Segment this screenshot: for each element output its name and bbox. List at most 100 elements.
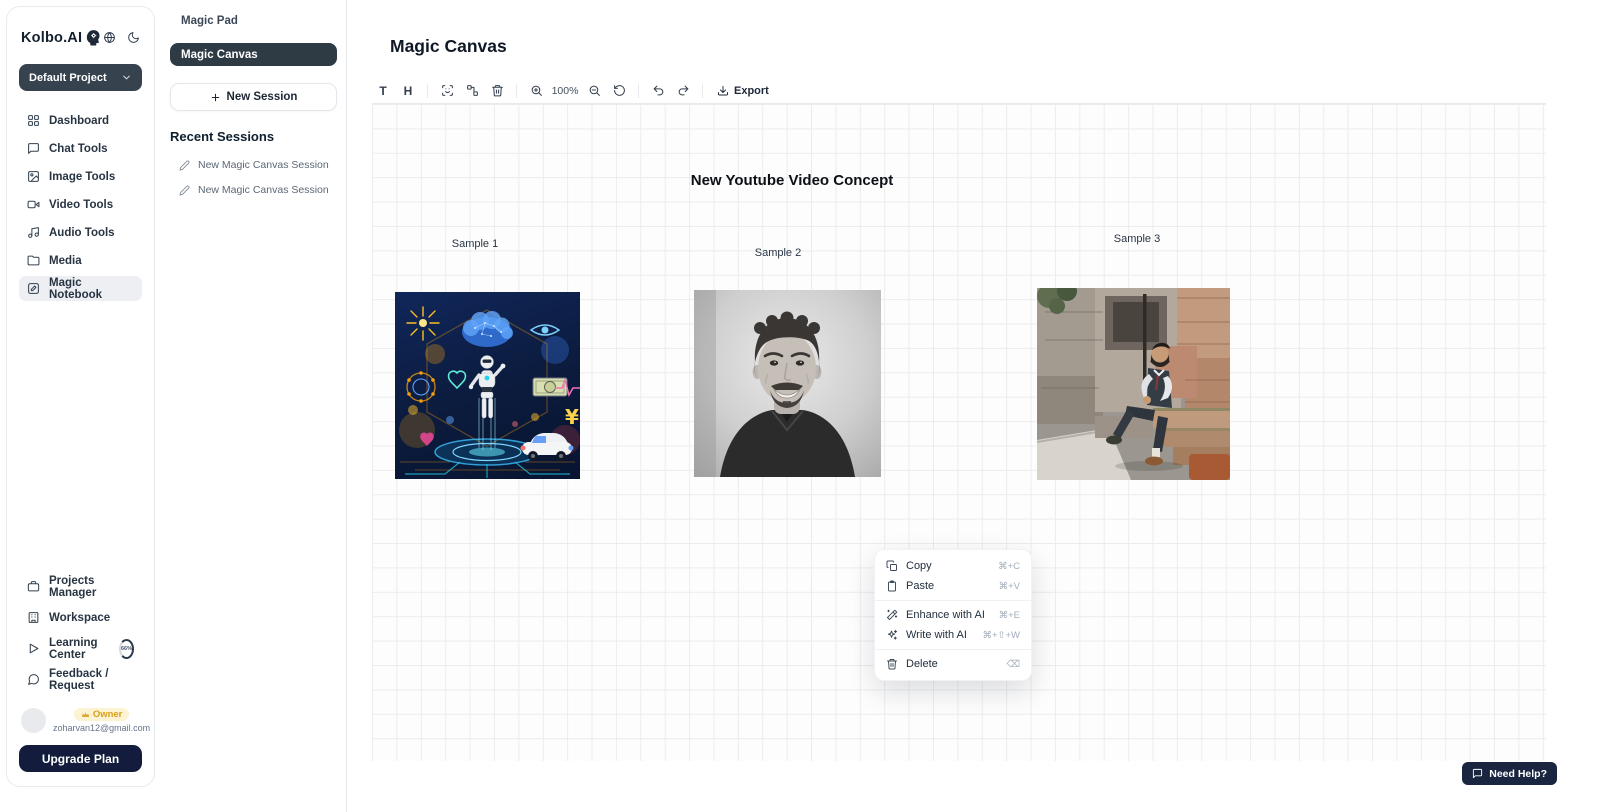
delete-tool-button[interactable] bbox=[486, 80, 508, 101]
context-menu-label: Paste bbox=[906, 580, 991, 592]
plus-icon bbox=[210, 92, 221, 103]
sidebar-item-video-tools[interactable]: Video Tools bbox=[19, 192, 142, 217]
sidebar-item-dashboard[interactable]: Dashboard bbox=[19, 108, 142, 133]
recent-sessions-list: New Magic Canvas Session New Magic Canva… bbox=[170, 157, 337, 198]
progress-badge: 66% bbox=[119, 639, 134, 659]
connector-tool-button[interactable] bbox=[461, 80, 483, 101]
context-menu-item-copy[interactable]: Copy ⌘+C bbox=[875, 556, 1031, 576]
context-menu-item-paste[interactable]: Paste ⌘+V bbox=[875, 576, 1031, 596]
context-menu-label: Delete bbox=[906, 658, 999, 670]
recent-session-item[interactable]: New Magic Canvas Session bbox=[170, 157, 337, 173]
notebook-icon bbox=[27, 282, 40, 295]
canvas-text-sample-1[interactable]: Sample 1 bbox=[425, 238, 525, 250]
canvas-grid[interactable]: New Youtube Video Concept Sample 1 Sampl… bbox=[372, 103, 1546, 761]
building-icon bbox=[27, 611, 40, 624]
sidebar-item-media[interactable]: Media bbox=[19, 248, 142, 273]
sidebar-item-magic-notebook[interactable]: Magic Notebook bbox=[19, 276, 142, 301]
zoom-in-icon bbox=[530, 84, 543, 97]
briefcase-icon bbox=[27, 580, 40, 593]
ruins-artwork bbox=[1037, 288, 1230, 480]
video-icon bbox=[27, 198, 40, 211]
context-menu-divider bbox=[875, 600, 1031, 601]
sidebar-item-learning-center[interactable]: Learning Center 66% bbox=[19, 636, 142, 661]
image-icon bbox=[27, 170, 40, 183]
sample-3-image[interactable] bbox=[1037, 288, 1230, 480]
toolbar-divider bbox=[638, 84, 639, 98]
redo-icon bbox=[677, 84, 690, 97]
chat-icon bbox=[27, 142, 40, 155]
recent-sessions-heading: Recent Sessions bbox=[170, 129, 337, 144]
reset-rotation-button[interactable] bbox=[608, 80, 630, 101]
context-menu-item-enhance-with-ai[interactable]: Enhance with AI ⌘+E bbox=[875, 605, 1031, 625]
dashboard-icon bbox=[27, 114, 40, 127]
trash-icon bbox=[886, 658, 898, 670]
zoom-in-button[interactable] bbox=[525, 80, 547, 101]
undo-icon bbox=[652, 84, 665, 97]
new-session-button[interactable]: New Session bbox=[170, 83, 337, 111]
sidebar-item-chat-tools[interactable]: Chat Tools bbox=[19, 136, 142, 161]
sample-1-image[interactable]: ¥ bbox=[395, 292, 580, 479]
sidebar-item-projects-manager[interactable]: Projects Manager bbox=[19, 574, 142, 599]
recent-session-label: New Magic Canvas Session bbox=[198, 184, 329, 196]
zoom-level: 100% bbox=[550, 85, 580, 97]
shortcut-hint: ⌘+⇧+W bbox=[982, 630, 1020, 641]
account-menu[interactable]: Owner zoharvan12@gmail.com bbox=[19, 706, 142, 735]
page-title: Magic Canvas bbox=[390, 36, 507, 57]
context-menu-item-write-with-ai[interactable]: Write with AI ⌘+⇧+W bbox=[875, 625, 1031, 645]
brand-logo: Kolbo.AI bbox=[21, 30, 82, 46]
canvas-text-sample-3[interactable]: Sample 3 bbox=[1087, 233, 1187, 245]
sidebar-item-feedback[interactable]: Feedback / Request bbox=[19, 667, 142, 692]
project-selector[interactable]: Default Project bbox=[19, 64, 142, 91]
download-icon bbox=[717, 85, 729, 97]
sample-2-image[interactable] bbox=[694, 290, 881, 477]
chat-help-icon bbox=[1472, 768, 1483, 779]
context-menu-item-delete[interactable]: Delete ⌫ bbox=[875, 654, 1031, 674]
sidebar-item-audio-tools[interactable]: Audio Tools bbox=[19, 220, 142, 245]
sessions-panel: Magic Pad Magic Canvas New Session Recen… bbox=[155, 0, 347, 812]
zoom-out-icon bbox=[588, 84, 601, 97]
heading-tool-button[interactable]: H bbox=[397, 80, 419, 101]
zoom-out-button[interactable] bbox=[583, 80, 605, 101]
sidebar-item-label: Media bbox=[49, 255, 82, 267]
undo-button[interactable] bbox=[647, 80, 669, 101]
sidebar-item-image-tools[interactable]: Image Tools bbox=[19, 164, 142, 189]
sidebar-item-label: Magic Notebook bbox=[49, 277, 134, 301]
paste-icon bbox=[886, 580, 898, 592]
canvas-text-sample-2[interactable]: Sample 2 bbox=[728, 247, 828, 259]
dark-mode-moon-icon[interactable] bbox=[127, 31, 140, 44]
recent-session-item[interactable]: New Magic Canvas Session bbox=[170, 182, 337, 198]
sidebar-item-label: Learning Center bbox=[49, 637, 108, 661]
scan-face-icon bbox=[441, 84, 454, 97]
play-icon bbox=[27, 642, 40, 655]
sidebar-spacer bbox=[19, 301, 142, 557]
sidebar-item-label: Chat Tools bbox=[49, 143, 108, 155]
context-menu-label: Copy bbox=[906, 560, 990, 572]
feedback-icon bbox=[27, 673, 40, 686]
redo-button[interactable] bbox=[672, 80, 694, 101]
tab-magic-pad[interactable]: Magic Pad bbox=[170, 13, 337, 29]
sidebar-bottom-nav: Projects Manager Workspace Learning Cent… bbox=[19, 574, 142, 692]
shortcut-hint: ⌫ bbox=[1007, 659, 1020, 670]
project-selector-label: Default Project bbox=[29, 72, 107, 84]
need-help-button[interactable]: Need Help? bbox=[1462, 762, 1557, 785]
crown-icon bbox=[81, 710, 90, 719]
export-button[interactable]: Export bbox=[711, 80, 775, 101]
toolbar-divider bbox=[702, 84, 703, 98]
main-area: Magic Canvas T H 100% Export New Youtube… bbox=[347, 0, 1600, 812]
context-menu-label: Write with AI bbox=[906, 629, 974, 641]
sidebar-item-workspace[interactable]: Workspace bbox=[19, 605, 142, 630]
new-session-label: New Session bbox=[227, 91, 298, 103]
toolbar-divider bbox=[516, 84, 517, 98]
text-tool-button[interactable]: T bbox=[372, 80, 394, 101]
upgrade-plan-button[interactable]: Upgrade Plan bbox=[19, 745, 142, 772]
select-scan-tool-button[interactable] bbox=[436, 80, 458, 101]
sparkles-icon bbox=[886, 629, 898, 641]
tab-magic-canvas[interactable]: Magic Canvas bbox=[170, 43, 337, 66]
avatar[interactable] bbox=[21, 708, 46, 733]
magic-wand-icon bbox=[886, 609, 898, 621]
rotate-icon bbox=[613, 84, 626, 97]
chevron-down-icon bbox=[121, 72, 132, 83]
nodes-icon bbox=[466, 84, 479, 97]
canvas-text-heading[interactable]: New Youtube Video Concept bbox=[642, 172, 942, 189]
language-globe-icon[interactable] bbox=[103, 31, 116, 44]
